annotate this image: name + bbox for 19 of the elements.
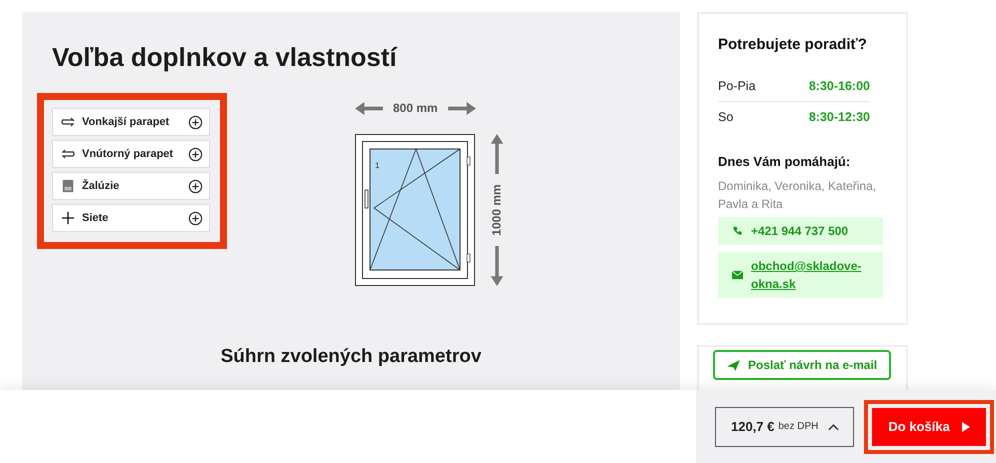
option-button[interactable]: Vnútorný parapet (52, 140, 210, 168)
cart-button[interactable]: Do košíka (872, 408, 986, 446)
team-title: Dnes Vám pomáhajú: (718, 154, 852, 169)
option-button[interactable]: Žalúzie (52, 172, 210, 200)
sash-number: 1 (375, 161, 380, 170)
opening-hours: 8:30-12:30 (808, 110, 870, 124)
help-title: Potrebujete poradiť? (718, 36, 868, 53)
height-label: 1000 mm (490, 184, 504, 236)
opening-hours: 8:30-16:00 (808, 79, 870, 93)
days-label: So (718, 110, 734, 124)
width-label: 800 mm (393, 101, 438, 115)
send-email-button[interactable]: Poslať návrh na e-mail (713, 350, 892, 380)
days-label: Po-Pia (718, 79, 756, 93)
team-names: Dominika, Veronika, Kateřina, Pavla a Rita (718, 178, 878, 213)
option-button[interactable]: Vonkajší parapet (52, 108, 210, 136)
summary-heading: Súhrn zvolených parametrov (220, 346, 482, 368)
price-button[interactable]: 120,7 € bez DPH (715, 406, 854, 446)
section-heading: Voľba doplnkov a vlastností (52, 42, 398, 73)
option-button[interactable]: Siete (52, 204, 210, 232)
